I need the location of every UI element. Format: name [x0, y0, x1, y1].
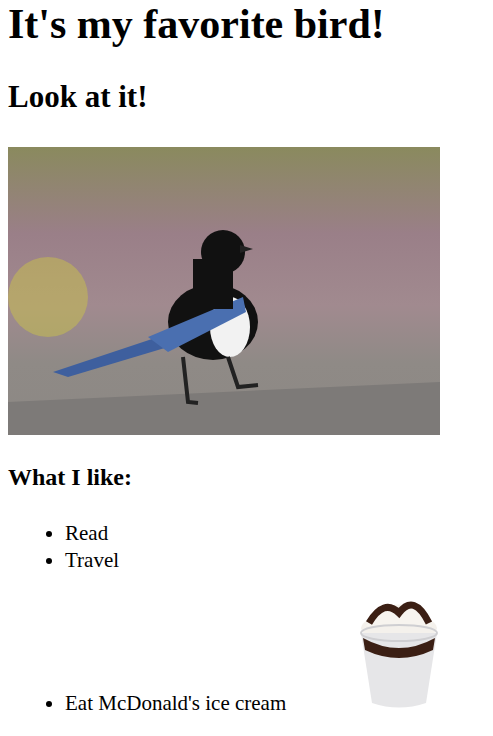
likes-item: Read [65, 520, 485, 547]
likes-list: ReadTravel Eat McDonald's ice cream [8, 520, 485, 717]
likes-item: Travel [65, 547, 485, 574]
page: It's my favorite bird! Look at it! What I … [0, 0, 493, 736]
page-title: It's my favorite bird! [8, 0, 485, 48]
bird-photo [8, 147, 440, 435]
likes-heading: What I like: [8, 463, 485, 491]
ice-cream-icon [354, 588, 444, 710]
page-subtitle: Look at it! [8, 79, 485, 115]
magpie-icon [8, 147, 440, 435]
likes-item: Eat McDonald's ice cream [65, 588, 485, 717]
